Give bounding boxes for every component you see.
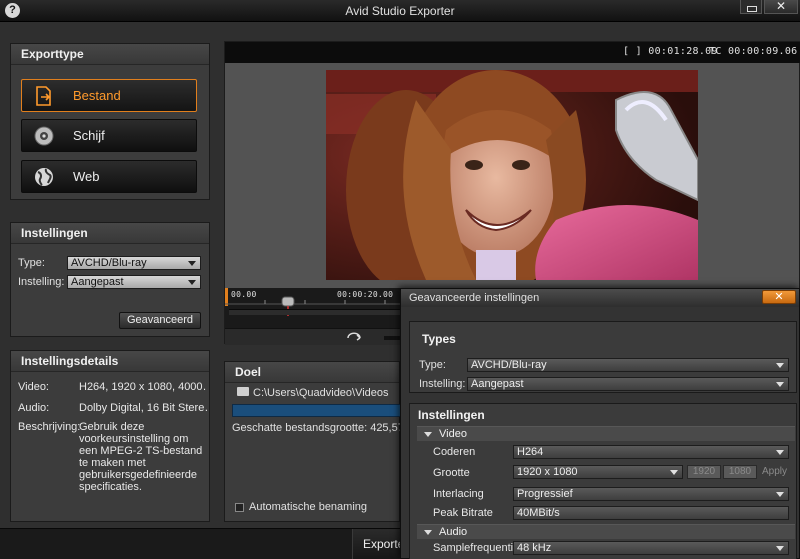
- export-web-button[interactable]: Web: [21, 160, 197, 193]
- peak-bitrate-value: 40MBit/s: [517, 507, 560, 519]
- chevron-down-icon: [670, 470, 678, 475]
- video-detail-value: H264, 1920 x 1080, 4000…: [79, 381, 207, 393]
- loop-icon[interactable]: [346, 332, 362, 344]
- collapse-triangle-icon: [424, 432, 432, 437]
- adv-type-dropdown[interactable]: AVCHD/Blu-ray: [467, 358, 789, 372]
- type-dropdown[interactable]: AVCHD/Blu-ray: [67, 256, 201, 270]
- auto-naming-label: Automatische benaming: [249, 501, 368, 513]
- size-dropdown[interactable]: 1920 x 1080: [513, 465, 683, 479]
- export-disc-label: Schijf: [73, 128, 105, 143]
- folder-icon: [237, 387, 249, 396]
- globe-icon: [35, 168, 53, 186]
- duration-readout: [ ] 00:01:28.09: [623, 46, 718, 57]
- export-type-panel: Exporttype Bestand Schijf Web: [10, 43, 210, 200]
- video-still-image: [326, 70, 698, 280]
- adv-preset-value: Aangepast: [471, 378, 524, 390]
- adv-type-value: AVCHD/Blu-ray: [471, 359, 547, 371]
- adv-preset-dropdown[interactable]: Aangepast: [467, 377, 789, 391]
- ruler-mark-label: 00:00:20.00: [337, 290, 394, 299]
- samplerate-label: Samplefrequentie: [433, 542, 520, 554]
- adv-settings-heading: Instellingen: [418, 408, 485, 422]
- chevron-down-icon: [776, 492, 784, 497]
- description-value: Gebruik deze voorkeursinstelling om een …: [79, 421, 203, 493]
- title-bar: ? Avid Studio Exporter ✕: [0, 0, 800, 22]
- timecode-bar: [ ] 00:01:28.09 TC 00:00:09.06: [225, 42, 800, 63]
- advanced-button[interactable]: Geavanceerd: [119, 312, 201, 329]
- video-section-header[interactable]: Video: [417, 426, 795, 441]
- auto-naming-checkbox[interactable]: [235, 503, 244, 512]
- chevron-down-icon: [776, 450, 784, 455]
- codec-label: Coderen: [433, 446, 476, 458]
- export-disc-button[interactable]: Schijf: [21, 119, 197, 152]
- audio-detail-value: Dolby Digital, 16 Bit Stere…: [79, 402, 207, 414]
- size-label: Grootte: [433, 467, 470, 479]
- preset-dropdown-value: Aangepast: [71, 276, 124, 288]
- chevron-down-icon: [776, 546, 784, 551]
- peak-bitrate-label: Peak Bitrate: [433, 507, 493, 519]
- restore-window-button[interactable]: [740, 0, 762, 14]
- chevron-down-icon: [776, 363, 784, 368]
- chevron-down-icon: [776, 382, 784, 387]
- chevron-down-icon: [188, 261, 196, 266]
- advanced-close-button[interactable]: ✕: [762, 290, 796, 304]
- height-field: 1080: [723, 465, 757, 479]
- export-progress-bar: [232, 404, 412, 417]
- target-panel: Doel C:\Users\Quadvideo\Videos Geschatte…: [224, 361, 423, 522]
- audio-detail-label: Audio:: [18, 402, 50, 414]
- settings-panel: Instellingen Type: AVCHD/Blu-ray Instell…: [10, 222, 210, 337]
- types-heading: Types: [422, 332, 456, 346]
- disc-icon: [34, 126, 54, 146]
- codec-dropdown[interactable]: H264: [513, 445, 789, 459]
- type-dropdown-value: AVCHD/Blu-ray: [71, 257, 147, 269]
- timeline-scrollbar[interactable]: [229, 309, 409, 315]
- export-type-heading: Exporttype: [11, 44, 209, 65]
- adv-settings-section: Instellingen Video Coderen H264 Grootte …: [409, 403, 797, 559]
- main-area: Exporttype Bestand Schijf Web Instelling…: [0, 22, 800, 559]
- ruler-start-label: 00.00: [231, 290, 257, 299]
- samplerate-value: 48 kHz: [517, 542, 552, 554]
- window-title: Avid Studio Exporter: [345, 4, 455, 18]
- file-export-icon: [36, 86, 51, 106]
- details-panel: Instellingsdetails Video: H264, 1920 x 1…: [10, 350, 210, 522]
- interlacing-label: Interlacing: [433, 488, 484, 500]
- collapse-triangle-icon: [424, 530, 432, 535]
- type-label: Type:: [18, 257, 45, 269]
- apply-button: Apply: [762, 466, 788, 477]
- close-window-button[interactable]: ✕: [764, 0, 798, 14]
- target-heading: Doel: [225, 362, 399, 383]
- samplerate-dropdown[interactable]: 48 kHz: [513, 541, 789, 555]
- width-field: 1920: [687, 465, 721, 479]
- estimated-size-text: Geschatte bestandsgrootte: 425,57 MB: [232, 422, 424, 434]
- video-section-label: Video: [439, 428, 467, 440]
- advanced-settings-dialog: Geavanceerde instellingen ✕ Types Type: …: [400, 288, 800, 559]
- adv-preset-label: Instelling:: [419, 378, 466, 390]
- peak-bitrate-field[interactable]: 40MBit/s: [513, 506, 789, 520]
- interlacing-value: Progressief: [517, 488, 573, 500]
- audio-section-label: Audio: [439, 526, 468, 538]
- chevron-down-icon: [188, 280, 196, 285]
- codec-value: H264: [517, 446, 544, 458]
- audio-section-header[interactable]: Audio: [417, 524, 795, 539]
- video-frame: [326, 70, 698, 280]
- target-path[interactable]: C:\Users\Quadvideo\Videos: [253, 387, 389, 399]
- preset-label: Instelling:: [18, 276, 65, 288]
- video-detail-label: Video:: [18, 381, 49, 393]
- export-file-label: Bestand: [73, 88, 121, 103]
- description-label: Beschrijving:: [18, 421, 81, 433]
- settings-heading: Instellingen: [11, 223, 209, 244]
- adv-type-label: Type:: [419, 359, 446, 371]
- preset-dropdown[interactable]: Aangepast: [67, 275, 201, 289]
- size-value: 1920 x 1080: [517, 466, 578, 478]
- export-web-label: Web: [73, 169, 100, 184]
- timecode-readout: TC 00:00:09.06: [709, 46, 798, 57]
- types-section: Types Type: AVCHD/Blu-ray Instelling: Aa…: [409, 321, 797, 393]
- export-file-button[interactable]: Bestand: [21, 79, 197, 112]
- interlacing-dropdown[interactable]: Progressief: [513, 487, 789, 501]
- advanced-dialog-title: Geavanceerde instellingen: [401, 289, 799, 307]
- details-heading: Instellingsdetails: [11, 351, 209, 372]
